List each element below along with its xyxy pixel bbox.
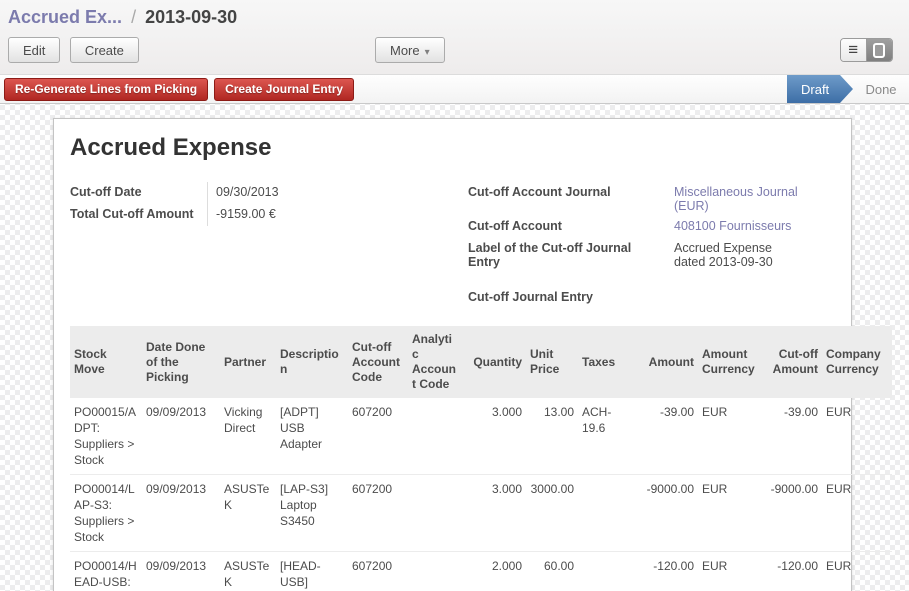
cell-date-done: 09/09/2013 (142, 552, 220, 591)
cell-amount-currency: EUR (698, 475, 762, 552)
cutoff-date-label: Cut-off Date (70, 182, 207, 199)
cell-partner: Vicking Direct (220, 398, 276, 475)
more-button-label: More (390, 43, 420, 58)
cell-taxes: ACH-19.6 (578, 398, 634, 475)
col-partner: Partner (220, 326, 276, 398)
cell-date-done: 09/09/2013 (142, 475, 220, 552)
right-field-group: Cut-off Account Journal Miscellaneous Jo… (468, 182, 835, 309)
cell-cutoff-amount: -39.00 (762, 398, 822, 475)
cell-partner: ASUSTeK (220, 475, 276, 552)
cell-taxes (578, 552, 634, 591)
cell-amount: -9000.00 (634, 475, 698, 552)
more-button[interactable]: More ▾ (375, 37, 445, 63)
cutoff-account-value[interactable]: 408100 Fournisseurs (666, 216, 806, 236)
col-amount-currency: Amount Currency (698, 326, 762, 398)
cutoff-account-journal-label: Cut-off Account Journal (468, 182, 666, 199)
cell-description: [ADPT] USB Adapter (276, 398, 348, 475)
table-row[interactable]: PO00014/HEAD-USB: Suppliers > Stock 09/0… (70, 552, 892, 591)
statusbar: Draft Done (787, 75, 909, 103)
col-quantity: Quantity (462, 326, 526, 398)
col-amount: Amount (634, 326, 698, 398)
col-date-done: Date Done of the Picking (142, 326, 220, 398)
cell-partner: ASUSTeK (220, 552, 276, 591)
cell-amount-currency: EUR (698, 552, 762, 591)
col-unit-price: Unit Price (526, 326, 578, 398)
cell-amount: -39.00 (634, 398, 698, 475)
toolbar: Edit Create More ▾ ≡ (8, 37, 901, 64)
cutoff-journal-entry-value (666, 287, 806, 293)
left-field-group: Cut-off Date 09/30/2013 Total Cut-off Am… (70, 182, 468, 309)
breadcrumb: Accrued Ex... / 2013-09-30 (8, 7, 901, 28)
cell-stock-move: PO00014/HEAD-USB: Suppliers > Stock (70, 552, 142, 591)
cell-description: [LAP-S3] Laptop S3450 (276, 475, 348, 552)
cell-quantity: 2.000 (462, 552, 526, 591)
form-icon (873, 43, 885, 58)
cutoff-lines-table: Stock Move Date Done of the Picking Part… (70, 326, 892, 591)
list-icon: ≡ (848, 41, 858, 58)
cell-quantity: 3.000 (462, 475, 526, 552)
cell-unit-price: 3000.00 (526, 475, 578, 552)
cell-stock-move: PO00014/LAP-S3: Suppliers > Stock (70, 475, 142, 552)
cell-quantity: 3.000 (462, 398, 526, 475)
cell-analytic-account-code (408, 552, 462, 591)
cell-cutoff-account-code: 607200 (348, 475, 408, 552)
col-cutoff-account-code: Cut-off Account Code (348, 326, 408, 398)
status-step-done: Done (853, 75, 909, 103)
table-row[interactable]: PO00014/LAP-S3: Suppliers > Stock 09/09/… (70, 475, 892, 552)
form-view-button[interactable] (867, 39, 893, 61)
action-status-bar: Re-Generate Lines from Picking Create Jo… (0, 74, 909, 104)
top-navigation-bar: Accrued Ex... / 2013-09-30 Edit Create M… (0, 0, 909, 74)
breadcrumb-parent-link[interactable]: Accrued Ex... (8, 7, 122, 27)
cutoff-account-journal-value[interactable]: Miscellaneous Journal (EUR) (666, 182, 806, 216)
cell-cutoff-account-code: 607200 (348, 552, 408, 591)
cell-description: [HEAD-USB] Headset USB (276, 552, 348, 591)
cell-amount: -120.00 (634, 552, 698, 591)
cell-company-currency: EUR (822, 475, 892, 552)
cutoff-date-value: 09/30/2013 (207, 182, 387, 204)
cell-taxes (578, 475, 634, 552)
journal-entry-label-value: Accrued Expense dated 2013-09-30 (666, 238, 806, 272)
total-cutoff-amount-label: Total Cut-off Amount (70, 204, 207, 221)
page-title: Accrued Expense (70, 134, 835, 162)
col-taxes: Taxes (578, 326, 634, 398)
status-step-draft: Draft (787, 75, 853, 103)
cell-date-done: 09/09/2013 (142, 398, 220, 475)
create-button[interactable]: Create (70, 37, 139, 63)
create-journal-entry-button[interactable]: Create Journal Entry (214, 78, 354, 101)
col-cutoff-amount: Cut-off Amount (762, 326, 822, 398)
cell-cutoff-amount: -120.00 (762, 552, 822, 591)
breadcrumb-separator: / (127, 7, 140, 27)
col-analytic-account-code: Analytic Account Code (408, 326, 462, 398)
cell-cutoff-account-code: 607200 (348, 398, 408, 475)
cell-unit-price: 13.00 (526, 398, 578, 475)
cell-stock-move: PO00015/ADPT: Suppliers > Stock (70, 398, 142, 475)
chevron-down-icon: ▾ (425, 47, 430, 58)
col-company-currency: Company Currency (822, 326, 892, 398)
cell-analytic-account-code (408, 398, 462, 475)
edit-button[interactable]: Edit (8, 37, 60, 63)
cell-company-currency: EUR (822, 398, 892, 475)
field-groups: Cut-off Date 09/30/2013 Total Cut-off Am… (70, 182, 835, 309)
table-row[interactable]: PO00015/ADPT: Suppliers > Stock 09/09/20… (70, 398, 892, 475)
cell-amount-currency: EUR (698, 398, 762, 475)
list-view-button[interactable]: ≡ (841, 39, 867, 61)
form-sheet: Accrued Expense Cut-off Date 09/30/2013 … (53, 118, 852, 591)
cutoff-journal-entry-label: Cut-off Journal Entry (468, 287, 666, 304)
total-cutoff-amount-value: -9159.00 € (207, 204, 387, 226)
breadcrumb-current: 2013-09-30 (145, 7, 237, 27)
cell-company-currency: EUR (822, 552, 892, 591)
cutoff-account-label: Cut-off Account (468, 216, 666, 233)
cell-analytic-account-code (408, 475, 462, 552)
table-header-row: Stock Move Date Done of the Picking Part… (70, 326, 892, 398)
col-stock-move: Stock Move (70, 326, 142, 398)
cell-unit-price: 60.00 (526, 552, 578, 591)
cell-cutoff-amount: -9000.00 (762, 475, 822, 552)
regenerate-lines-button[interactable]: Re-Generate Lines from Picking (4, 78, 208, 101)
view-switcher: ≡ (840, 38, 893, 62)
journal-entry-label-label: Label of the Cut-off Journal Entry (468, 238, 666, 269)
col-description: Description (276, 326, 348, 398)
